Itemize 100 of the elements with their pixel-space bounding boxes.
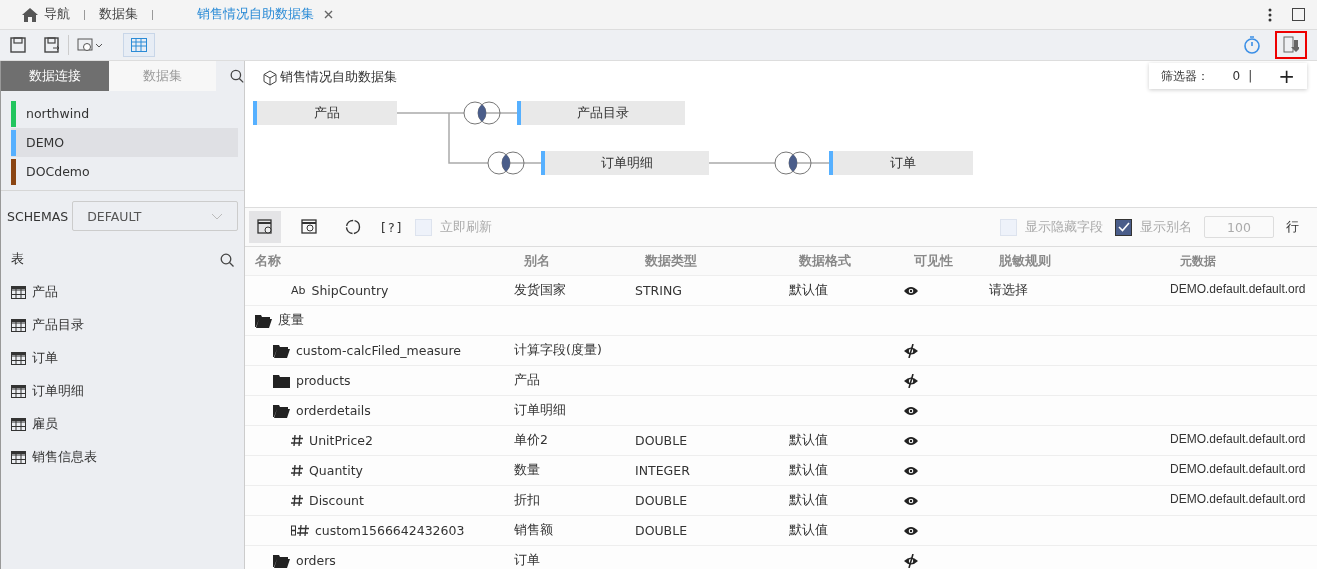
rows-unit: 行 xyxy=(1286,218,1299,236)
table-cell: 默认值 xyxy=(789,462,828,477)
close-icon[interactable] xyxy=(324,10,333,19)
open-folder-icon[interactable] xyxy=(273,403,290,418)
table-node[interactable]: 产品目录 xyxy=(517,101,685,125)
table-cell: DEMO.default.default.ord xyxy=(1170,282,1306,296)
show-hidden-label: 显示隐藏字段 xyxy=(1025,218,1103,236)
table-cell: 单价2 xyxy=(514,432,548,447)
table-cell: 产品 xyxy=(514,372,540,387)
table-cell: STRING xyxy=(635,283,682,298)
timer-icon[interactable] xyxy=(1243,36,1261,54)
nav-tab[interactable]: 数据集 xyxy=(95,6,142,23)
table-cell: 订单 xyxy=(514,552,540,567)
field-name: UnitPrice2 xyxy=(309,433,373,448)
table-cell: DOUBLE xyxy=(635,523,688,538)
folder-icon[interactable] xyxy=(273,373,290,388)
refresh-checkbox[interactable] xyxy=(415,218,433,236)
number-type-icon xyxy=(291,434,303,447)
eye-icon[interactable] xyxy=(904,435,918,446)
table-item[interactable]: 雇员 xyxy=(1,408,244,441)
refresh-label: 立即刷新 xyxy=(440,218,493,236)
table-view-button[interactable] xyxy=(123,33,155,57)
field-name: Discount xyxy=(309,493,364,508)
eye-icon[interactable] xyxy=(904,465,918,476)
filter-count: 0 xyxy=(1232,69,1241,83)
number-type-icon xyxy=(291,464,303,477)
text-type-icon: Ab xyxy=(291,284,306,297)
table-item[interactable]: 订单 xyxy=(1,342,244,375)
join-icon[interactable] xyxy=(774,151,812,175)
table-cell: DOUBLE xyxy=(635,433,688,448)
table-cell: DEMO.default.default.ord xyxy=(1170,462,1306,476)
eye-icon[interactable] xyxy=(904,405,918,416)
filter-label: 筛选器： xyxy=(1160,67,1209,85)
schemas-label: SCHEMAS xyxy=(7,208,69,224)
table-cell: 默认值 xyxy=(789,282,828,297)
show-alias-checkbox[interactable] xyxy=(1115,218,1132,236)
table-cell: DEMO.default.default.ord xyxy=(1170,492,1306,506)
export-button[interactable] xyxy=(1275,31,1307,59)
table-cell: DEMO.default.default.ord xyxy=(1170,432,1306,446)
field-settings-icon[interactable] xyxy=(249,211,281,243)
connection-item[interactable]: northwind xyxy=(11,99,238,128)
connection-item[interactable]: DEMO xyxy=(11,128,238,157)
dataset-title: 销售情况自助数据集 xyxy=(263,69,397,86)
table-node[interactable]: 订单 xyxy=(829,151,973,175)
column-header: 元数据 xyxy=(1180,252,1217,270)
connection-item[interactable]: DOCdemo xyxy=(11,157,238,186)
eye-icon[interactable] xyxy=(904,525,918,536)
table-cell: INTEGER xyxy=(635,463,690,478)
field-name: ShipCountry xyxy=(311,283,389,298)
join-icon[interactable] xyxy=(487,151,525,175)
column-header: 别名 xyxy=(524,252,551,270)
column-header: 数据类型 xyxy=(645,252,698,270)
open-folder-icon[interactable] xyxy=(273,343,290,358)
show-hidden-checkbox[interactable] xyxy=(1000,218,1017,236)
add-filter-button[interactable]: + xyxy=(1278,64,1295,88)
table-cell: 订单明细 xyxy=(514,402,566,417)
field-name: Quantity xyxy=(309,463,364,478)
table-icon xyxy=(11,418,26,431)
search-icon[interactable] xyxy=(230,69,244,83)
table-icon xyxy=(11,451,26,464)
table-icon xyxy=(11,319,26,332)
search-icon[interactable] xyxy=(220,252,234,267)
join-icon[interactable] xyxy=(463,101,501,125)
open-folder-icon[interactable] xyxy=(273,553,290,568)
eye-icon[interactable] xyxy=(904,285,918,296)
column-header: 脱敏规则 xyxy=(999,252,1052,270)
table-cell: 默认值 xyxy=(789,432,828,447)
hidden-eye-icon[interactable] xyxy=(904,373,918,388)
table-icon xyxy=(11,385,26,398)
hidden-eye-icon[interactable] xyxy=(904,553,918,568)
export-icon xyxy=(1283,36,1299,54)
cube-icon xyxy=(263,69,277,86)
hidden-eye-icon[interactable] xyxy=(904,343,918,358)
more-icon[interactable] xyxy=(1268,7,1272,22)
table-item[interactable]: 产品目录 xyxy=(1,309,244,342)
table-cell: 数量 xyxy=(514,462,540,477)
table-cell: 销售额 xyxy=(514,522,553,537)
maximize-icon[interactable] xyxy=(1292,8,1305,21)
eye-icon[interactable] xyxy=(904,495,918,506)
save-as-icon[interactable] xyxy=(44,37,60,53)
table-cell: DOUBLE xyxy=(635,493,688,508)
table-cell: 默认值 xyxy=(789,492,828,507)
table-cell: 默认值 xyxy=(789,522,828,537)
sidebar-tab[interactable]: 数据连接 xyxy=(1,61,109,91)
table-cell[interactable]: 请选择 xyxy=(989,282,1028,297)
table-item[interactable]: 订单明细 xyxy=(1,375,244,408)
nav-tab[interactable]: 导航 xyxy=(18,6,74,23)
table-cell: 发货国家 xyxy=(514,282,566,297)
column-header: 可见性 xyxy=(914,252,954,270)
table-item[interactable]: 产品 xyxy=(1,276,244,309)
table-node[interactable]: 产品 xyxy=(253,101,397,125)
table-node[interactable]: 订单明细 xyxy=(541,151,709,175)
table-cell: 计算字段(度量) xyxy=(514,342,602,357)
schema-select[interactable]: DEFAULT xyxy=(72,201,238,231)
save-icon[interactable] xyxy=(10,37,26,53)
open-folder-icon[interactable] xyxy=(255,313,272,328)
settings-dropdown-icon[interactable] xyxy=(77,37,105,53)
table-item[interactable]: 销售信息表 xyxy=(1,441,244,474)
show-alias-label: 显示别名 xyxy=(1140,218,1192,236)
help-button[interactable]: [?] xyxy=(381,219,404,235)
